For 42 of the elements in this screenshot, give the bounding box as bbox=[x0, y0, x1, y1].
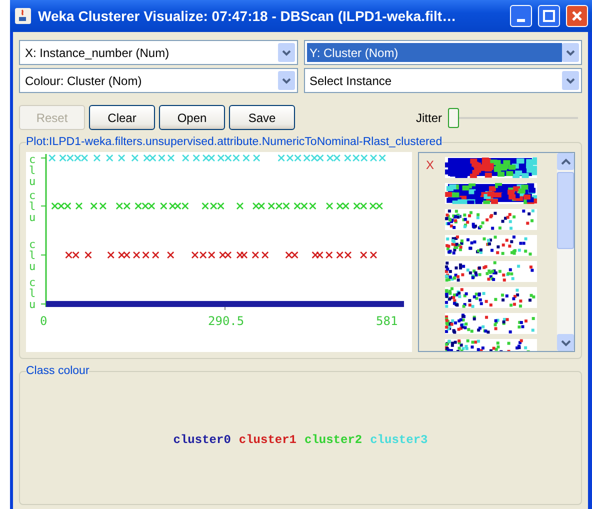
plot-thumbnail-drawing[interactable] bbox=[445, 313, 537, 334]
plot-thumbnail-drawing[interactable] bbox=[445, 157, 537, 178]
class-label: cluster3 bbox=[370, 432, 428, 446]
attribute-dropdown[interactable]: Y: Cluster (Nom) bbox=[304, 40, 582, 65]
toolbar-button[interactable]: Open bbox=[159, 105, 225, 130]
close-button[interactable] bbox=[566, 5, 588, 27]
toolbar-button[interactable]: Clear bbox=[89, 105, 155, 130]
y-axis-label: clu bbox=[29, 190, 37, 223]
attribute-dropdown[interactable]: Colour: Cluster (Nom) bbox=[19, 68, 298, 93]
x-axis-label: 0 bbox=[40, 314, 48, 328]
scroll-thumb[interactable] bbox=[557, 172, 574, 249]
maximize-button[interactable] bbox=[538, 5, 560, 27]
attribute-dropdown[interactable]: Select Instance bbox=[304, 68, 582, 93]
y-axis-label: clu bbox=[29, 239, 37, 272]
toolbar-button[interactable]: Save bbox=[229, 105, 295, 130]
jitter-label: Jitter bbox=[416, 110, 442, 124]
attribute-dropdown[interactable]: X: Instance_number (Num) bbox=[19, 40, 298, 65]
plot-thumbnail-drawing[interactable] bbox=[445, 183, 537, 204]
scroll-up-icon[interactable] bbox=[557, 153, 574, 170]
scroll-down-icon[interactable] bbox=[557, 334, 574, 351]
minimize-button[interactable] bbox=[510, 5, 532, 27]
matrix-axis-label: X bbox=[424, 157, 435, 174]
x-axis-label: 581 bbox=[376, 314, 398, 328]
maximize-icon bbox=[543, 10, 555, 22]
plot-thumbnail-drawing[interactable] bbox=[445, 287, 537, 308]
class-label: cluster1 bbox=[238, 432, 296, 446]
plot-title: Plot:ILPD1-weka.filters.unsupervised.attribute.NumericToNominal-Rlast_clustered bbox=[26, 136, 442, 148]
plot-thumbnail-drawing[interactable] bbox=[445, 261, 537, 282]
plot-thumbnail-drawing[interactable] bbox=[445, 209, 537, 230]
class-label: cluster0 bbox=[173, 432, 231, 446]
x-axis-label: 290.5 bbox=[208, 314, 244, 328]
class-colour-title: Class colour bbox=[26, 365, 90, 377]
slider-thumb[interactable] bbox=[448, 108, 459, 128]
class-label: cluster2 bbox=[304, 432, 362, 446]
close-icon bbox=[571, 10, 583, 22]
java-cup-icon bbox=[14, 7, 32, 25]
plot-thumbnail-drawing[interactable] bbox=[445, 235, 537, 256]
window-title: Weka Clusterer Visualize: 07:47:18 - DBScan (ILPD1-weka.filt… bbox=[38, 8, 458, 24]
y-axis-label: clu bbox=[29, 277, 37, 310]
minimize-icon bbox=[517, 18, 525, 22]
jitter-slider[interactable] bbox=[448, 108, 578, 128]
y-axis-label: clu bbox=[29, 154, 37, 187]
